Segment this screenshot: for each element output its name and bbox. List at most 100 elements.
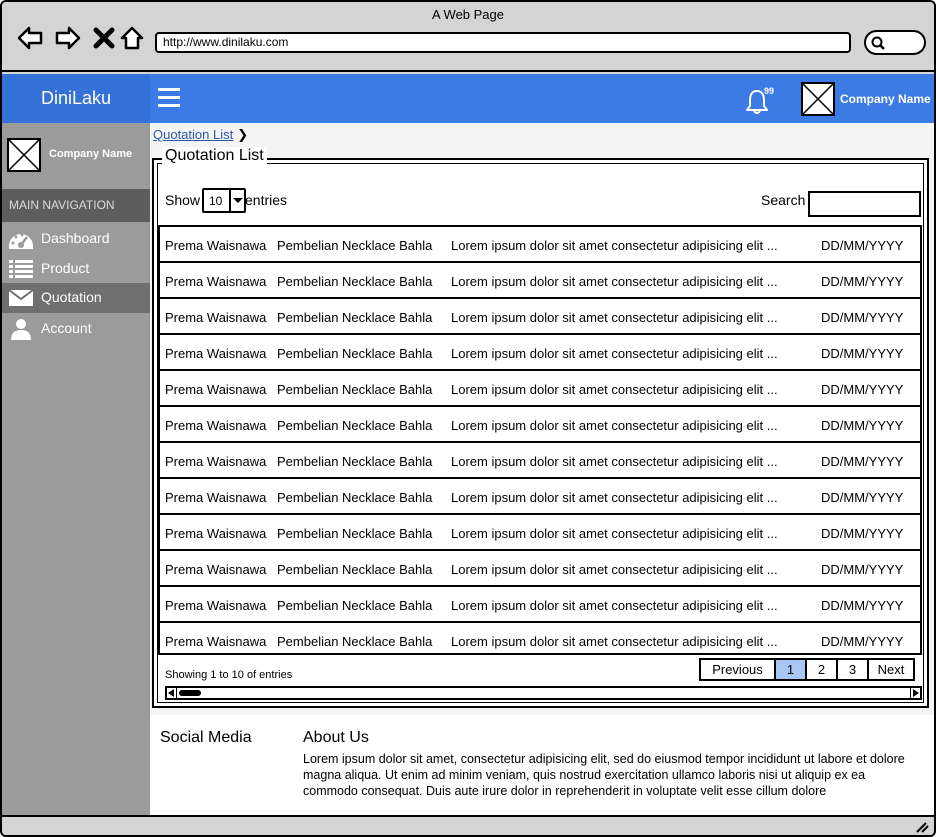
back-icon[interactable]	[16, 24, 44, 52]
entries-value: 10	[209, 194, 223, 208]
url-input[interactable]: http://www.dinilaku.com	[155, 32, 851, 53]
description-cell: Lorem ipsum dolor sit amet consectetur a…	[451, 346, 778, 361]
menu-toggle-icon[interactable]	[158, 88, 180, 108]
about-us-title: About Us	[303, 729, 369, 746]
customer-cell: Prema Waisnawa	[165, 634, 267, 649]
table-row[interactable]: Prema Waisnawa Pembelian Necklace Bahla Lo…	[160, 623, 920, 653]
customer-cell: Prema Waisnawa	[165, 562, 267, 577]
date-cell: DD/MM/YYYY	[821, 274, 904, 289]
sidebar-company-name: Company Name	[49, 148, 133, 160]
description-cell: Lorem ipsum dolor sit amet consectetur a…	[451, 418, 778, 433]
table-row[interactable]: Prema Waisnawa Pembelian Necklace Bahla Lo…	[160, 299, 920, 335]
subject-cell: Pembelian Necklace Bahla	[277, 490, 433, 505]
page-2-button[interactable]: 2	[807, 660, 838, 679]
showing-info: Showing 1 to 10 of entries	[165, 669, 293, 681]
sidebar-item-account[interactable]: Account	[2, 314, 150, 344]
subject-cell: Pembelian Necklace Bahla	[277, 274, 433, 289]
show-label: Show	[165, 192, 201, 208]
date-cell: DD/MM/YYYY	[821, 382, 904, 397]
description-cell: Lorem ipsum dolor sit amet consectetur a…	[451, 562, 778, 577]
brand-logo[interactable]: DiniLaku	[2, 74, 150, 123]
sidebar-item-quotation[interactable]: Quotation	[2, 283, 150, 313]
browser-search-box[interactable]	[864, 30, 926, 55]
customer-cell: Prema Waisnawa	[165, 238, 267, 253]
table-row[interactable]: Prema Waisnawa Pembelian Necklace Bahla Lo…	[160, 551, 920, 587]
quotation-table: Prema Waisnawa Pembelian Necklace Bahla Lo…	[158, 225, 922, 655]
description-cell: Lorem ipsum dolor sit amet consectetur a…	[451, 310, 778, 325]
chevron-down-icon	[229, 190, 244, 211]
date-cell: DD/MM/YYYY	[821, 346, 904, 361]
scroll-left-icon[interactable]	[167, 688, 177, 698]
date-cell: DD/MM/YYYY	[821, 418, 904, 433]
sidebar-item-label: Account	[41, 320, 92, 336]
table-row[interactable]: Prema Waisnawa Pembelian Necklace Bahla Lo…	[160, 407, 920, 443]
scroll-right-icon[interactable]	[910, 688, 920, 698]
horizontal-scrollbar[interactable]	[165, 686, 922, 700]
customer-cell: Prema Waisnawa	[165, 454, 267, 469]
header-avatar[interactable]	[801, 82, 835, 116]
sidebar-item-dashboard[interactable]: Dashboard	[2, 224, 150, 254]
forward-icon[interactable]	[54, 24, 82, 52]
date-cell: DD/MM/YYYY	[821, 490, 904, 505]
description-cell: Lorem ipsum dolor sit amet consectetur a…	[451, 526, 778, 541]
previous-page-button[interactable]: Previous	[701, 660, 776, 679]
list-icon	[9, 260, 33, 278]
resize-grip-icon[interactable]	[914, 821, 930, 833]
date-cell: DD/MM/YYYY	[821, 454, 904, 469]
table-row[interactable]: Prema Waisnawa Pembelian Necklace Bahla Lo…	[160, 263, 920, 299]
table-row[interactable]: Prema Waisnawa Pembelian Necklace Bahla Lo…	[160, 227, 920, 263]
search-icon	[871, 36, 885, 50]
date-cell: DD/MM/YYYY	[821, 562, 904, 577]
breadcrumb: Quotation List ❯	[153, 127, 248, 143]
entries-select[interactable]: 10	[202, 188, 246, 213]
customer-cell: Prema Waisnawa	[165, 490, 267, 505]
date-cell: DD/MM/YYYY	[821, 634, 904, 649]
description-cell: Lorem ipsum dolor sit amet consectetur a…	[451, 454, 778, 469]
header-company-name[interactable]: Company Name	[840, 92, 931, 106]
browser-statusbar	[2, 815, 934, 835]
subject-cell: Pembelian Necklace Bahla	[277, 454, 433, 469]
home-icon[interactable]	[118, 24, 146, 52]
table-row[interactable]: Prema Waisnawa Pembelian Necklace Bahla Lo…	[160, 479, 920, 515]
entries-label: entries	[245, 192, 288, 208]
subject-cell: Pembelian Necklace Bahla	[277, 418, 433, 433]
customer-cell: Prema Waisnawa	[165, 382, 267, 397]
customer-cell: Prema Waisnawa	[165, 274, 267, 289]
description-cell: Lorem ipsum dolor sit amet consectetur a…	[451, 238, 778, 253]
app-header: DiniLaku	[2, 74, 934, 123]
search-input[interactable]	[808, 191, 921, 217]
date-cell: DD/MM/YYYY	[821, 238, 904, 253]
breadcrumb-quotation-list[interactable]: Quotation List	[153, 127, 233, 142]
close-icon[interactable]	[90, 24, 118, 52]
search-label: Search	[761, 192, 806, 208]
customer-cell: Prema Waisnawa	[165, 598, 267, 613]
social-media-title: Social Media	[160, 729, 252, 746]
customer-cell: Prema Waisnawa	[165, 526, 267, 541]
subject-cell: Pembelian Necklace Bahla	[277, 310, 433, 325]
date-cell: DD/MM/YYYY	[821, 598, 904, 613]
table-row[interactable]: Prema Waisnawa Pembelian Necklace Bahla Lo…	[160, 371, 920, 407]
panel-title: Quotation List	[162, 147, 267, 165]
table-row[interactable]: Prema Waisnawa Pembelian Necklace Bahla Lo…	[160, 515, 920, 551]
sidebar-item-label: Product	[41, 260, 90, 276]
page-1-button[interactable]: 1	[776, 660, 807, 679]
description-cell: Lorem ipsum dolor sit amet consectetur a…	[451, 382, 778, 397]
sidebar: Company Name MAIN NAVIGATION Dashboard P…	[2, 123, 150, 815]
table-row[interactable]: Prema Waisnawa Pembelian Necklace Bahla Lo…	[160, 587, 920, 623]
description-cell: Lorem ipsum dolor sit amet consectetur a…	[451, 598, 778, 613]
chevron-right-icon: ❯	[237, 127, 249, 142]
scrollbar-thumb[interactable]	[179, 690, 201, 696]
subject-cell: Pembelian Necklace Bahla	[277, 382, 433, 397]
page-3-button[interactable]: 3	[838, 660, 869, 679]
sidebar-item-product[interactable]: Product	[2, 254, 150, 284]
notification-count: 99	[764, 86, 775, 96]
user-icon	[11, 319, 31, 340]
subject-cell: Pembelian Necklace Bahla	[277, 526, 433, 541]
next-page-button[interactable]: Next	[869, 660, 913, 679]
table-row[interactable]: Prema Waisnawa Pembelian Necklace Bahla Lo…	[160, 335, 920, 371]
table-row[interactable]: Prema Waisnawa Pembelian Necklace Bahla Lo…	[160, 443, 920, 479]
customer-cell: Prema Waisnawa	[165, 418, 267, 433]
pagination: Previous 1 2 3 Next	[699, 658, 915, 681]
description-cell: Lorem ipsum dolor sit amet consectetur a…	[451, 490, 778, 505]
description-cell: Lorem ipsum dolor sit amet consectetur a…	[451, 634, 778, 649]
